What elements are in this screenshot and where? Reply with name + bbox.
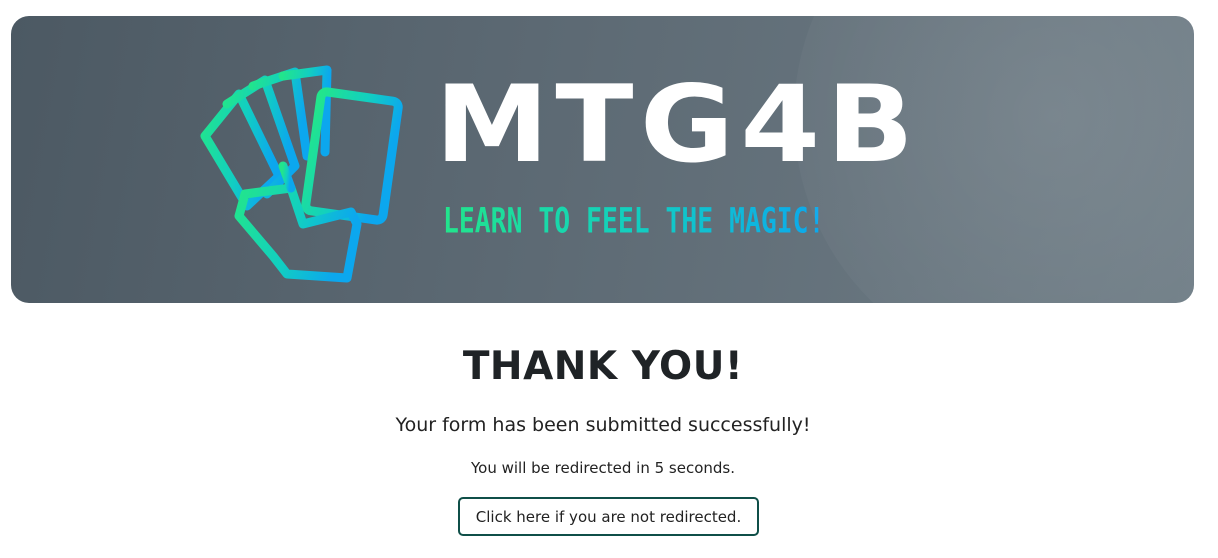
hand-holding-cards-icon bbox=[200, 65, 403, 283]
brand-tagline: LEARN TO FEEL THE MAGIC! bbox=[443, 200, 825, 241]
success-message: Your form has been submitted successfull… bbox=[395, 414, 811, 436]
page-title: THANK YOU! bbox=[462, 344, 744, 389]
thank-you-page: MTG4B LEARN TO FEEL THE MAGIC! THANK YOU… bbox=[0, 0, 1218, 558]
redirect-countdown-text: You will be redirected in 5 seconds. bbox=[471, 459, 735, 477]
brand-title: MTG4B bbox=[435, 63, 921, 186]
header-banner: MTG4B LEARN TO FEEL THE MAGIC! bbox=[11, 16, 1194, 303]
manual-redirect-button[interactable]: Click here if you are not redirected. bbox=[458, 497, 759, 536]
